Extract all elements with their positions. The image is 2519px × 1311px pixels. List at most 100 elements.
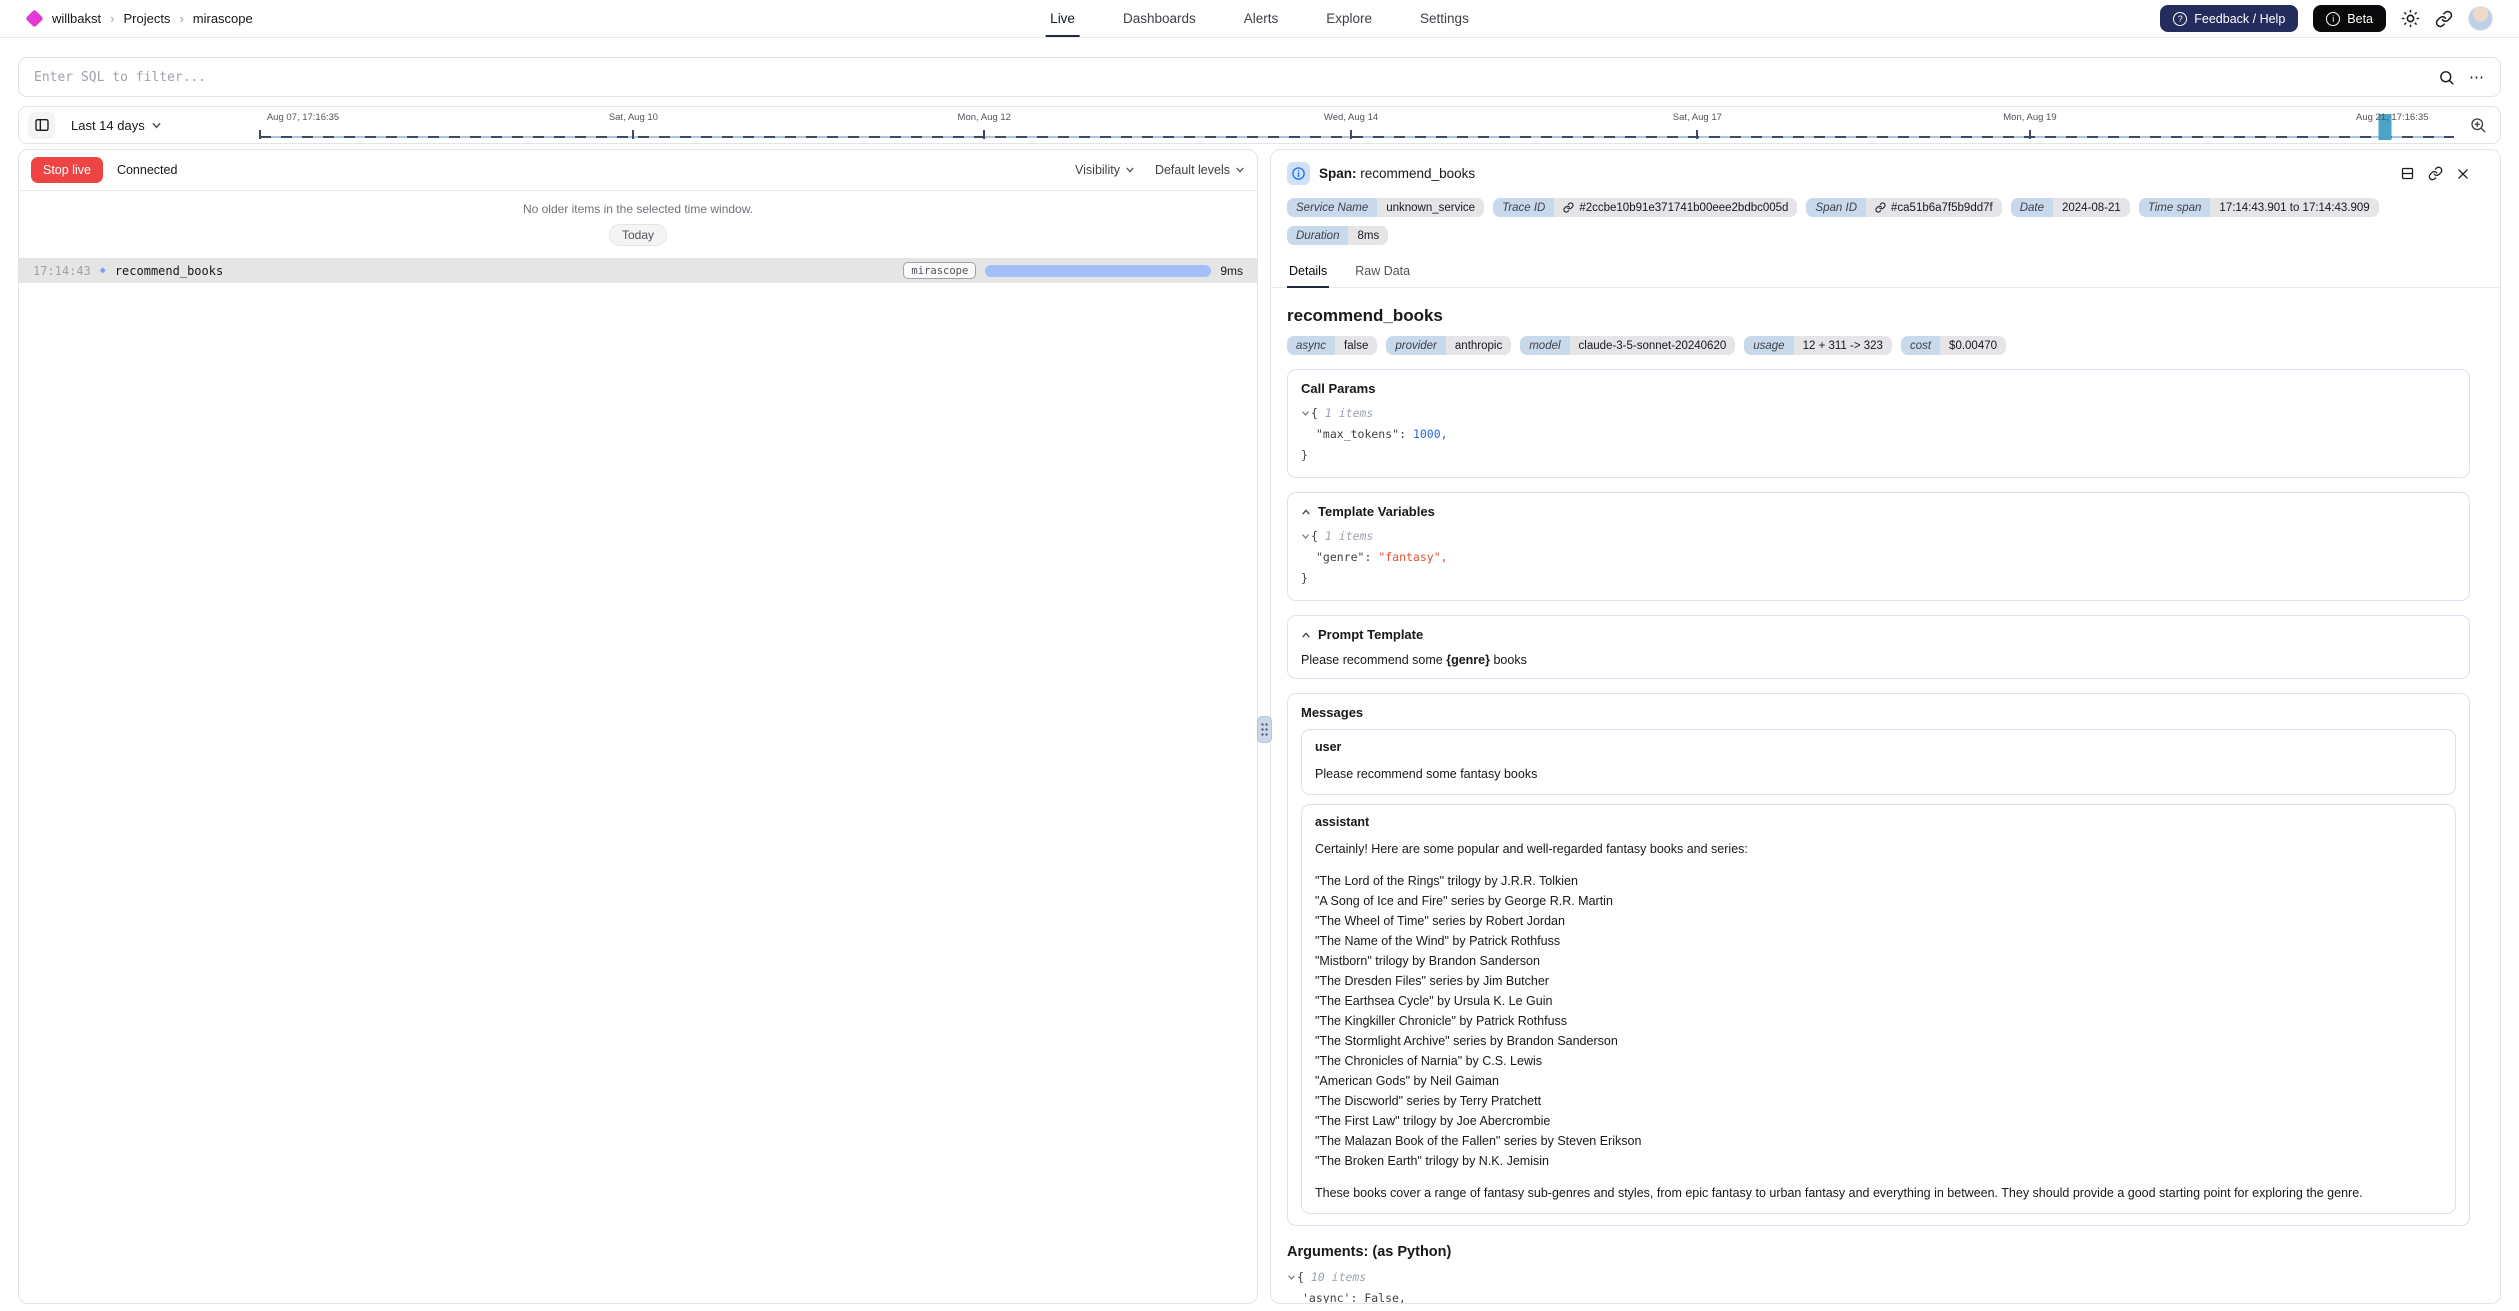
logo-icon[interactable]: [25, 9, 43, 27]
time-range-label: Last 14 days: [71, 118, 145, 133]
badge-label: usage: [1744, 336, 1793, 355]
span-detail-tabs: Details Raw Data: [1271, 258, 2500, 288]
section-title: Prompt Template: [1318, 627, 1423, 642]
sql-filter-input[interactable]: [34, 70, 2424, 85]
tab-dashboards[interactable]: Dashboards: [1123, 0, 1196, 37]
tab-alerts[interactable]: Alerts: [1244, 0, 1279, 37]
theme-toggle-icon[interactable]: [2401, 9, 2420, 28]
live-list-header: Stop live Connected Visibility Default l…: [19, 150, 1257, 191]
breadcrumb-projects[interactable]: Projects: [123, 11, 170, 26]
json-string-value: "fantasy",: [1378, 550, 1447, 564]
timeline-tick-label: Wed, Aug 14: [1324, 112, 1378, 123]
more-options-icon[interactable]: ⋯: [2469, 68, 2485, 86]
badge-label: async: [1287, 336, 1335, 355]
tab-details[interactable]: Details: [1287, 258, 1329, 287]
span-header-actions: [2400, 166, 2470, 181]
timeline-track[interactable]: Aug 07, 17:16:35 Sat, Aug 10 Mon, Aug 12…: [178, 107, 2456, 143]
async-badge: async false: [1287, 336, 1377, 355]
dock-panel-icon[interactable]: [2400, 166, 2415, 181]
badge-value: #ca51b6a7f5b9dd7f: [1866, 198, 2002, 217]
today-divider: Today: [19, 224, 1257, 246]
close-icon[interactable]: [2456, 167, 2470, 181]
stop-live-button[interactable]: Stop live: [31, 157, 103, 183]
trace-id-badge[interactable]: Trace ID #2ccbe10b91e371741b00eee2bdbc00…: [1493, 198, 1797, 217]
link-icon: [1563, 202, 1574, 213]
json-expander-icon[interactable]: [1301, 409, 1310, 418]
beta-button[interactable]: i Beta: [2313, 5, 2386, 32]
call-params-title: Call Params: [1301, 381, 2456, 396]
span-diamond-icon: ◆: [100, 265, 106, 276]
span-heading: recommend_books: [1287, 306, 2470, 326]
brand: willbakst › Projects › mirascope: [28, 11, 253, 26]
template-variables-title[interactable]: Template Variables: [1301, 504, 2456, 519]
time-span-badge: Time span 17:14:43.901 to 17:14:43.909: [2139, 198, 2379, 217]
feedback-help-label: Feedback / Help: [2194, 12, 2285, 26]
json-plain-value: False,: [1364, 1291, 1406, 1304]
timeline-tick: [983, 130, 985, 139]
feedback-help-button[interactable]: ? Feedback / Help: [2160, 5, 2298, 32]
usage-badge: usage 12 + 311 -> 323: [1744, 336, 1892, 355]
zoom-in-icon[interactable]: [2465, 116, 2491, 134]
json-items-count: 1 items: [1325, 529, 1373, 543]
list-header-controls: Visibility Default levels: [1075, 163, 1245, 177]
timeline-bar: Last 14 days Aug 07, 17:16:35 Sat, Aug 1…: [18, 106, 2501, 144]
book-line: "The Wheel of Time" series by Robert Jor…: [1315, 911, 2442, 931]
chevron-down-icon: [1125, 165, 1135, 175]
tab-raw-data[interactable]: Raw Data: [1353, 258, 1412, 287]
user-avatar[interactable]: [2468, 6, 2493, 31]
book-line: "The Stormlight Archive" series by Brand…: [1315, 1031, 2442, 1051]
time-range-dropdown[interactable]: Last 14 days: [64, 118, 169, 133]
breadcrumb-project[interactable]: mirascope: [193, 11, 253, 26]
book-line: "The Earthsea Cycle" by Ursula K. Le Gui…: [1315, 991, 2442, 1011]
panel-resize-handle[interactable]: [1257, 716, 1272, 743]
link-icon: [1875, 202, 1886, 213]
prompt-template-card: Prompt Template Please recommend some {g…: [1287, 615, 2470, 679]
span-panel-title: Span: recommend_books: [1319, 166, 1475, 181]
tab-settings[interactable]: Settings: [1420, 0, 1469, 37]
span-title-label: Span:: [1319, 166, 1357, 181]
badge-label: provider: [1386, 336, 1446, 355]
message-role: user: [1315, 740, 2442, 754]
copy-link-icon[interactable]: [2428, 166, 2443, 181]
sidebar-toggle-icon[interactable]: [28, 112, 55, 139]
book-line: "The First Law" trilogy by Joe Abercromb…: [1315, 1111, 2442, 1131]
timeline-tick-label: Mon, Aug 12: [958, 112, 1011, 123]
search-icon[interactable]: [2438, 69, 2455, 86]
json-items-count: 1 items: [1325, 406, 1373, 420]
badge-value: #2ccbe10b91e371741b00eee2bdbc005d: [1554, 198, 1797, 217]
span-panel-header: Span: recommend_books: [1287, 162, 2470, 185]
live-list-panel: Stop live Connected Visibility Default l…: [18, 149, 1258, 1304]
json-key: "genre":: [1316, 550, 1378, 564]
json-close-brace: }: [1301, 448, 1308, 462]
badge-value: claude-3-5-sonnet-20240620: [1570, 336, 1736, 355]
top-nav: willbakst › Projects › mirascope Live Da…: [0, 0, 2519, 38]
assistant-outro: These books cover a range of fantasy sub…: [1315, 1183, 2442, 1203]
json-expander-icon[interactable]: [1287, 1273, 1296, 1282]
timeline-tick: [2029, 130, 2031, 139]
info-circle-icon: i: [2326, 12, 2340, 26]
timeline-tick-label: Sat, Aug 17: [1673, 112, 1722, 123]
today-badge[interactable]: Today: [609, 224, 667, 246]
span-list-row[interactable]: 17:14:43 ◆ recommend_books mirascope 9ms: [19, 258, 1257, 283]
book-line: "The Dresden Files" series by Jim Butche…: [1315, 971, 2442, 991]
chevron-up-icon: [1301, 507, 1311, 517]
share-link-icon[interactable]: [2435, 10, 2453, 28]
badge-label: Span ID: [1806, 198, 1866, 217]
json-close-brace: }: [1301, 571, 1308, 585]
span-info-icon: [1287, 162, 1310, 185]
trace-id-value: #2ccbe10b91e371741b00eee2bdbc005d: [1579, 202, 1788, 214]
duration-badge: Duration 8ms: [1287, 226, 1388, 245]
empty-window-message: No older items in the selected time wind…: [19, 202, 1257, 216]
span-id-badge[interactable]: Span ID #ca51b6a7f5b9dd7f: [1806, 198, 2001, 217]
badge-value: unknown_service: [1377, 198, 1484, 217]
tab-explore[interactable]: Explore: [1326, 0, 1372, 37]
call-params-json: { 1 items "max_tokens": 1000, }: [1301, 403, 2456, 466]
default-levels-dropdown[interactable]: Default levels: [1155, 163, 1245, 177]
assistant-message: assistant Certainly! Here are some popul…: [1301, 804, 2456, 1214]
prompt-template-title[interactable]: Prompt Template: [1301, 627, 2456, 642]
visibility-dropdown[interactable]: Visibility: [1075, 163, 1135, 177]
breadcrumb-org[interactable]: willbakst: [52, 11, 101, 26]
json-expander-icon[interactable]: [1301, 532, 1310, 541]
timeline-tick: [632, 130, 634, 139]
tab-live[interactable]: Live: [1050, 0, 1075, 37]
